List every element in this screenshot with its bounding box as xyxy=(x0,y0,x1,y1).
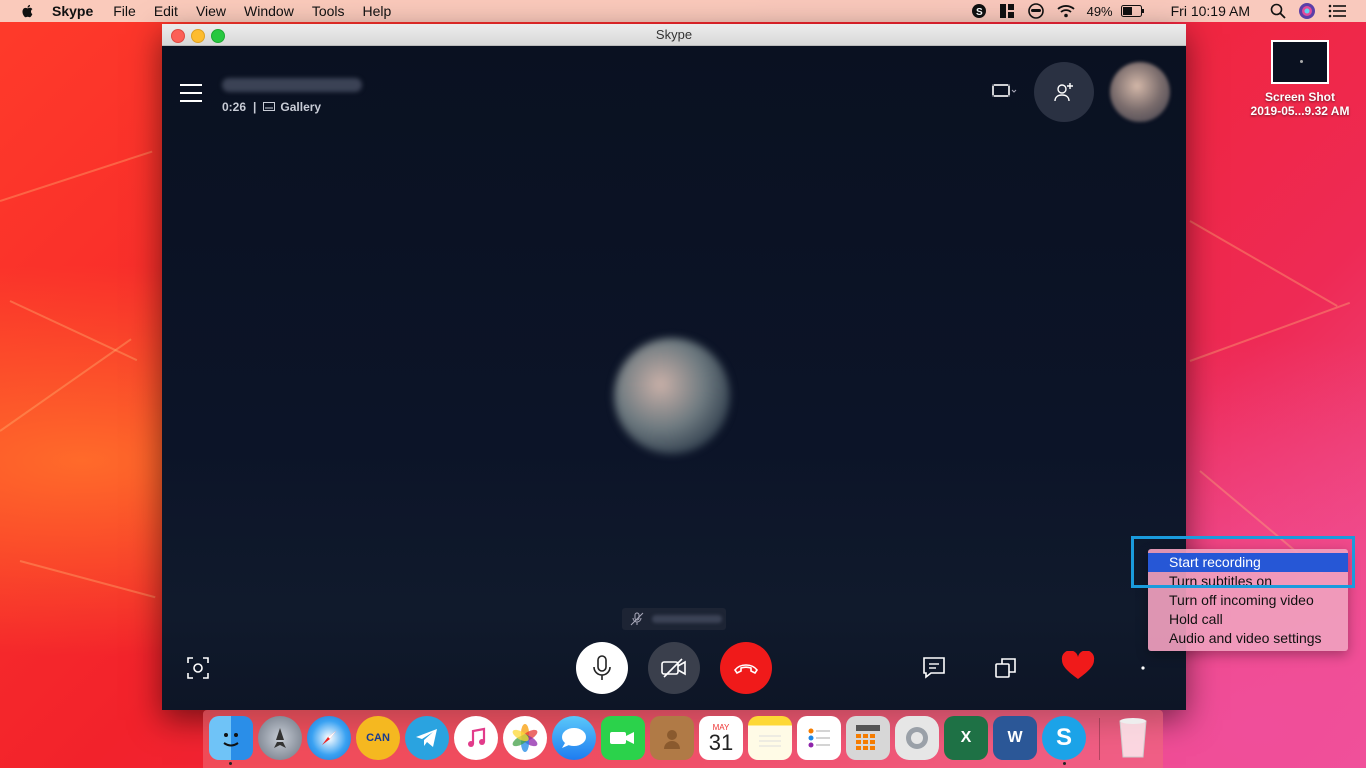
share-screen-button[interactable] xyxy=(992,654,1020,682)
battery-icon[interactable] xyxy=(1120,5,1145,17)
gallery-view-label[interactable]: Gallery xyxy=(280,100,321,114)
muted-participant-name-blurred xyxy=(652,615,722,623)
gallery-icon xyxy=(263,102,276,111)
photos-icon[interactable] xyxy=(503,716,547,760)
microphone-button[interactable] xyxy=(576,642,628,694)
skype-status-icon[interactable]: S xyxy=(971,3,987,19)
siri-icon[interactable] xyxy=(1298,2,1316,20)
desktop-file-name-line1: Screen Shot xyxy=(1264,90,1336,104)
menu-item-hold-call[interactable]: Hold call xyxy=(1148,610,1348,629)
menu-bar: Skype File Edit View Window Tools Help S… xyxy=(0,0,1366,22)
running-indicator-skype xyxy=(1063,762,1066,765)
annotation-highlight-box xyxy=(1131,536,1355,588)
dock-separator xyxy=(1099,718,1100,760)
telegram-icon[interactable] xyxy=(405,716,449,760)
svg-text:S: S xyxy=(976,7,983,18)
react-heart-button[interactable] xyxy=(1060,648,1096,684)
mic-muted-icon xyxy=(630,612,644,626)
screenshot-thumbnail xyxy=(1271,40,1329,84)
add-participant-button[interactable] xyxy=(1034,62,1094,122)
desktop-file-name-line2: 2019-05...9.32 AM xyxy=(1250,104,1350,118)
caller-name-blurred xyxy=(222,78,362,92)
menu-file[interactable]: File xyxy=(113,3,136,19)
apple-icon[interactable] xyxy=(20,3,36,19)
self-avatar[interactable] xyxy=(1110,62,1170,122)
menubar-clock[interactable]: Fri 10:19 AM xyxy=(1171,3,1250,19)
more-dots-icon xyxy=(1141,666,1145,670)
snapshot-icon xyxy=(187,657,209,679)
itunes-icon[interactable] xyxy=(454,716,498,760)
wifi-icon[interactable] xyxy=(1056,4,1075,18)
screen-layout-button[interactable] xyxy=(984,80,1024,102)
share-screen-icon xyxy=(995,658,1016,678)
zoom-window-button[interactable] xyxy=(211,29,225,43)
dock: CAN MAY 31 X W S xyxy=(203,710,1163,768)
grid-app-icon[interactable] xyxy=(999,3,1015,19)
contacts-icon[interactable] xyxy=(650,716,694,760)
participant-avatar-blurred xyxy=(614,338,730,454)
messages-icon[interactable] xyxy=(552,716,596,760)
call-meta: 0:26 | Gallery xyxy=(222,100,321,114)
end-call-button[interactable] xyxy=(720,642,772,694)
window-titlebar[interactable]: Skype xyxy=(162,24,1186,46)
close-window-button[interactable] xyxy=(171,29,185,43)
snapshot-button[interactable] xyxy=(184,654,212,682)
desktop-file-screenshot[interactable]: Screen Shot 2019-05...9.32 AM xyxy=(1240,40,1360,118)
skype-icon[interactable]: S xyxy=(1042,716,1086,760)
can-app-icon[interactable]: CAN xyxy=(356,716,400,760)
call-duration: 0:26 xyxy=(222,100,247,114)
excel-icon[interactable]: X xyxy=(944,716,988,760)
trash-icon[interactable] xyxy=(1111,716,1155,760)
call-view: 0:26 | Gallery xyxy=(162,46,1186,710)
minimize-window-button[interactable] xyxy=(191,29,205,43)
menu-hamburger-icon[interactable] xyxy=(180,84,202,108)
spotlight-search-icon[interactable] xyxy=(1270,3,1286,19)
reminders-icon[interactable] xyxy=(797,716,841,760)
window-title: Skype xyxy=(655,27,693,42)
add-person-icon xyxy=(1054,83,1073,102)
calendar-day: 31 xyxy=(708,729,734,755)
battery-percent[interactable]: 49% xyxy=(1087,4,1113,19)
menu-tools[interactable]: Tools xyxy=(312,3,345,19)
launchpad-icon[interactable] xyxy=(258,716,302,760)
menu-edit[interactable]: Edit xyxy=(154,3,178,19)
menu-view[interactable]: View xyxy=(196,3,226,19)
safari-icon[interactable] xyxy=(307,716,351,760)
skype-window: Skype 0:26 | Gallery xyxy=(162,24,1186,710)
facetime-icon[interactable] xyxy=(601,716,645,760)
menu-help[interactable]: Help xyxy=(363,3,392,19)
heart-icon xyxy=(1061,651,1095,679)
menu-window[interactable]: Window xyxy=(244,3,294,19)
video-off-icon xyxy=(661,658,686,678)
running-indicator-finder xyxy=(229,762,232,765)
hang-up-icon xyxy=(734,664,758,674)
menu-item-turn-off-incoming-video[interactable]: Turn off incoming video xyxy=(1148,591,1348,610)
chat-icon xyxy=(923,657,945,679)
microphone-icon xyxy=(593,655,611,680)
screen-layout-icon xyxy=(991,84,1017,97)
word-icon[interactable]: W xyxy=(993,716,1037,760)
more-options-button[interactable] xyxy=(1136,658,1150,678)
menu-item-audio-video-settings[interactable]: Audio and video settings xyxy=(1148,629,1348,648)
participant-muted-indicator xyxy=(622,608,726,630)
notification-center-icon[interactable] xyxy=(1328,4,1346,18)
chat-button[interactable] xyxy=(920,654,948,682)
calculator-icon[interactable] xyxy=(846,716,890,760)
menu-app-name[interactable]: Skype xyxy=(52,3,93,19)
tor-icon[interactable] xyxy=(895,716,939,760)
notes-icon[interactable] xyxy=(748,716,792,760)
mask-app-icon[interactable] xyxy=(1027,3,1045,19)
finder-icon[interactable] xyxy=(209,716,253,760)
call-meta-separator: | xyxy=(253,100,257,114)
video-toggle-button[interactable] xyxy=(648,642,700,694)
calendar-icon[interactable]: MAY 31 xyxy=(699,716,743,760)
